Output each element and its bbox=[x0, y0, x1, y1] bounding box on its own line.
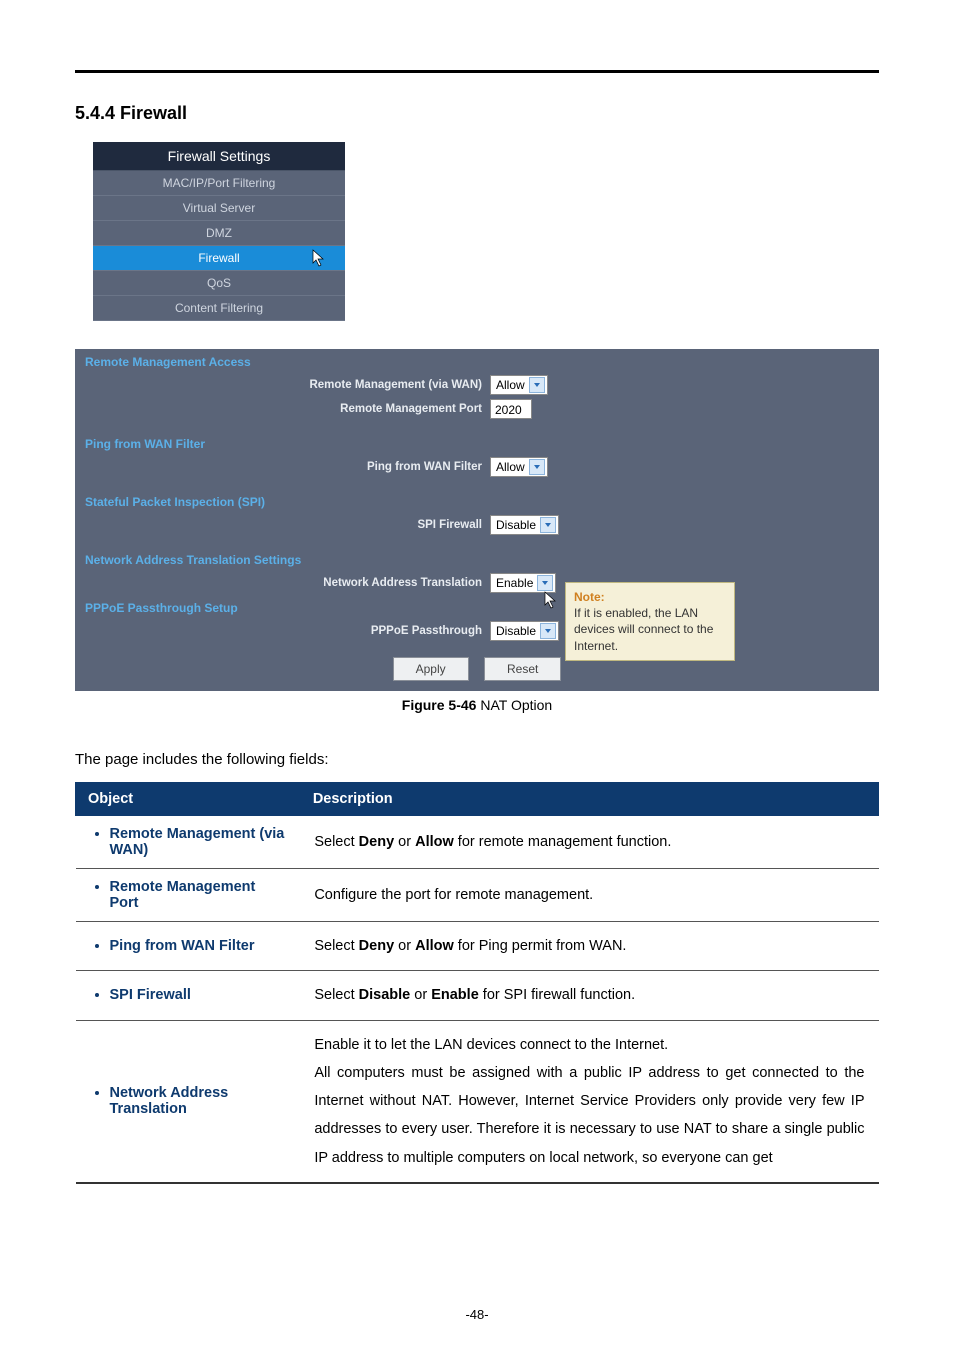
nat-note-tooltip: Note: If it is enabled, the LAN devices … bbox=[565, 582, 735, 661]
obj-spi: SPI Firewall bbox=[110, 987, 287, 1003]
select-pppoe[interactable]: Disable bbox=[490, 621, 559, 641]
obj-remote-mgmt-port: Remote Management Port bbox=[110, 879, 287, 911]
select-value: Allow bbox=[496, 378, 525, 392]
label-remote-mgmt-port: Remote Management Port bbox=[75, 403, 490, 415]
obj-nat: Network Address Translation bbox=[110, 1085, 287, 1117]
select-value: Allow bbox=[496, 460, 525, 474]
firewall-nav-menu: Firewall Settings MAC/IP/Port Filtering … bbox=[93, 142, 345, 321]
nav-item-qos[interactable]: QoS bbox=[93, 271, 345, 296]
label-ping-wan-filter: Ping from WAN Filter bbox=[75, 461, 490, 473]
input-remote-mgmt-port[interactable]: 2020 bbox=[490, 399, 532, 419]
page-number: -48- bbox=[0, 1307, 954, 1322]
section-ping-wan: Ping from WAN Filter bbox=[75, 431, 879, 455]
tooltip-title: Note: bbox=[574, 589, 726, 605]
label-nat: Network Address Translation bbox=[75, 577, 490, 589]
select-value: Enable bbox=[496, 576, 533, 590]
figure-caption: Figure 5-46 NAT Option bbox=[75, 697, 879, 713]
cursor-icon bbox=[309, 248, 329, 273]
nav-item-label: Firewall bbox=[198, 251, 239, 265]
chevron-down-icon bbox=[529, 377, 545, 393]
desc-remote-mgmt-wan: Select Deny or Allow for remote manageme… bbox=[300, 816, 878, 869]
nav-item-virtual-server[interactable]: Virtual Server bbox=[93, 196, 345, 221]
intro-text: The page includes the following fields: bbox=[75, 751, 879, 768]
desc-nat: Enable it to let the LAN devices connect… bbox=[300, 1020, 878, 1183]
desc-ping-wan: Select Deny or Allow for Ping permit fro… bbox=[300, 922, 878, 971]
nav-title: Firewall Settings bbox=[93, 142, 345, 171]
section-pppoe: PPPoE Passthrough Setup bbox=[75, 595, 879, 619]
obj-ping-wan: Ping from WAN Filter bbox=[110, 938, 287, 954]
chevron-down-icon bbox=[529, 459, 545, 475]
apply-button[interactable]: Apply bbox=[393, 657, 469, 681]
nav-item-mac-ip-port-filtering[interactable]: MAC/IP/Port Filtering bbox=[93, 171, 345, 196]
section-heading: 5.4.4 Firewall bbox=[75, 103, 879, 124]
section-spi: Stateful Packet Inspection (SPI) bbox=[75, 489, 879, 513]
caption-rest: NAT Option bbox=[476, 697, 552, 713]
select-value: Disable bbox=[496, 624, 536, 638]
section-remote-management: Remote Management Access bbox=[75, 349, 879, 373]
chevron-down-icon bbox=[540, 517, 556, 533]
chevron-down-icon bbox=[537, 575, 553, 591]
desc-spi: Select Disable or Enable for SPI firewal… bbox=[300, 971, 878, 1020]
th-object: Object bbox=[76, 783, 301, 816]
nav-item-content-filtering[interactable]: Content Filtering bbox=[93, 296, 345, 321]
label-spi-firewall: SPI Firewall bbox=[75, 519, 490, 531]
tooltip-body: If it is enabled, the LAN devices will c… bbox=[574, 605, 726, 654]
select-spi-firewall[interactable]: Disable bbox=[490, 515, 559, 535]
cursor-icon bbox=[541, 590, 561, 615]
section-nat: Network Address Translation Settings bbox=[75, 547, 879, 571]
select-value: Disable bbox=[496, 518, 536, 532]
firewall-config-panel: Remote Management Access Remote Manageme… bbox=[75, 349, 879, 691]
select-ping-wan-filter[interactable]: Allow bbox=[490, 457, 548, 477]
top-rule bbox=[75, 70, 879, 73]
label-remote-mgmt-wan: Remote Management (via WAN) bbox=[75, 379, 490, 391]
chevron-down-icon bbox=[540, 623, 556, 639]
label-pppoe: PPPoE Passthrough bbox=[75, 625, 490, 637]
nav-item-dmz[interactable]: DMZ bbox=[93, 221, 345, 246]
select-remote-mgmt-wan[interactable]: Allow bbox=[490, 375, 548, 395]
desc-remote-mgmt-port: Configure the port for remote management… bbox=[300, 869, 878, 922]
th-description: Description bbox=[300, 783, 878, 816]
caption-bold: Figure 5-46 bbox=[402, 697, 477, 713]
nav-item-firewall[interactable]: Firewall bbox=[93, 246, 345, 271]
reset-button[interactable]: Reset bbox=[484, 657, 561, 681]
fields-description-table: Object Description Remote Management (vi… bbox=[75, 782, 879, 1184]
obj-remote-mgmt-wan: Remote Management (via WAN) bbox=[110, 826, 287, 858]
